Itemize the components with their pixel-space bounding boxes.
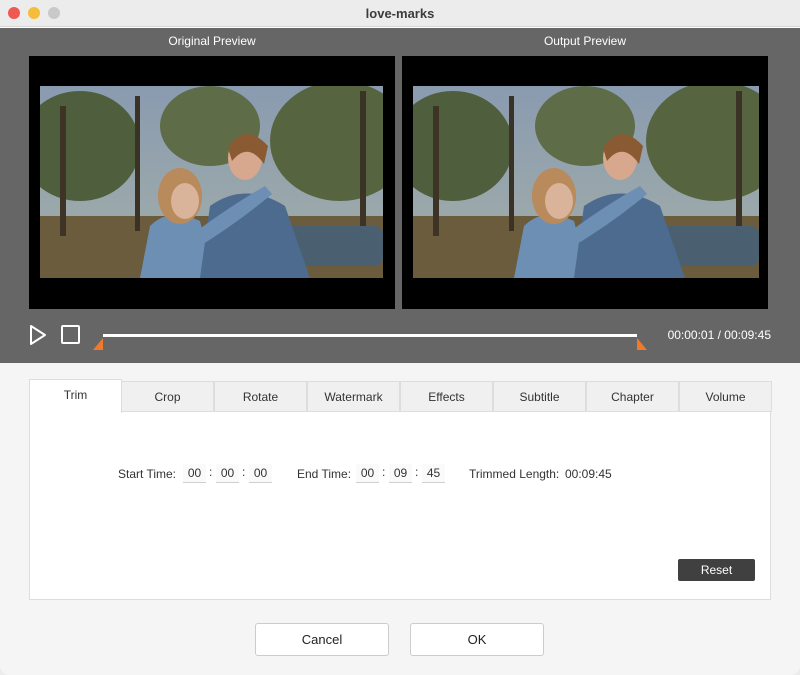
tab-crop[interactable]: Crop	[121, 381, 214, 412]
trim-dialog-window: love-marks Original Preview Output Previ…	[0, 0, 800, 675]
time-separator: :	[382, 465, 386, 479]
cancel-button[interactable]: Cancel	[255, 623, 389, 656]
trimmed-length-value: 00:09:45	[565, 467, 612, 481]
start-time-label: Start Time:	[118, 467, 177, 481]
start-minutes-field[interactable]: 00	[216, 464, 239, 483]
output-preview-label: Output Preview	[543, 34, 627, 48]
tab-subtitle[interactable]: Subtitle	[493, 381, 586, 412]
window-title: love-marks	[365, 6, 435, 21]
playback-controls: 00:00:01 / 00:09:45	[0, 318, 800, 354]
end-hours-field[interactable]: 00	[356, 464, 379, 483]
play-icon[interactable]	[28, 324, 48, 346]
end-minutes-field[interactable]: 09	[389, 464, 412, 483]
original-video-frame	[40, 86, 383, 278]
time-separator: :	[242, 465, 246, 479]
trim-progress-track[interactable]	[103, 334, 637, 337]
preview-area: Original Preview Output Preview 00:00:01…	[0, 28, 800, 363]
trimmed-length-label: Trimmed Length:	[469, 467, 560, 481]
edit-section: Trim Crop Rotate Watermark Effects Subti…	[0, 363, 800, 675]
trim-start-handle[interactable]	[93, 338, 103, 350]
tab-chapter[interactable]: Chapter	[586, 381, 679, 412]
start-seconds-field[interactable]: 00	[249, 464, 272, 483]
tab-effects[interactable]: Effects	[400, 381, 493, 412]
time-separator: :	[209, 465, 213, 479]
tab-trim[interactable]: Trim	[29, 379, 122, 413]
ok-button[interactable]: OK	[410, 623, 544, 656]
end-time-label: End Time:	[297, 467, 352, 481]
original-preview-label: Original Preview	[168, 34, 256, 48]
time-separator: :	[415, 465, 419, 479]
trim-end-handle[interactable]	[637, 338, 647, 350]
tab-volume[interactable]: Volume	[679, 381, 772, 412]
title-bar: love-marks	[0, 0, 800, 27]
end-seconds-field[interactable]: 45	[422, 464, 445, 483]
time-display: 00:00:01 / 00:09:45	[667, 328, 771, 342]
output-preview-pane	[402, 56, 768, 309]
stop-icon[interactable]	[61, 325, 80, 344]
trim-panel: Start Time: 00 : 00 : 00 End Time: 00 : …	[29, 411, 771, 600]
edit-tabs: Trim Crop Rotate Watermark Effects Subti…	[29, 379, 772, 413]
tab-watermark[interactable]: Watermark	[307, 381, 400, 412]
tab-rotate[interactable]: Rotate	[214, 381, 307, 412]
start-hours-field[interactable]: 00	[183, 464, 206, 483]
original-preview-pane	[29, 56, 395, 309]
output-video-frame	[413, 86, 759, 278]
reset-button[interactable]: Reset	[678, 559, 755, 581]
